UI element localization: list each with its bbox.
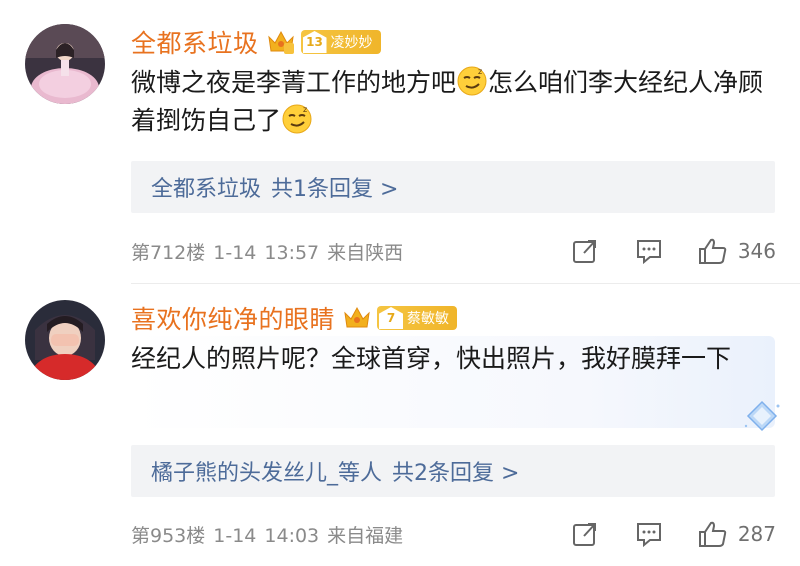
smirk-emoji-icon: z xyxy=(456,65,488,97)
comment-date: 1-14 xyxy=(213,524,257,547)
comment-time: 13:57 xyxy=(264,241,320,264)
replies-preview[interactable]: 橘子熊的头发丝儿_等人 共2条回复 > xyxy=(131,445,775,497)
comment-footer: 第953楼 1-14 14:03 来自福建 287 xyxy=(131,519,776,549)
reply-names: 橘子熊的头发丝儿_等人 xyxy=(151,461,383,486)
like-count: 287 xyxy=(737,522,776,546)
comment-item: 全都系垃圾 13 凌妙妙 微博之夜是李菁工作的地方吧 z 怎么咱们李大经纪人净顾着捯… xyxy=(0,0,800,283)
comment-location: 来自福建 xyxy=(327,524,404,547)
avatar-image xyxy=(25,300,105,380)
like-icon[interactable] xyxy=(698,236,728,266)
smirk-emoji-icon: z xyxy=(281,103,313,135)
comment-location: 来自陕西 xyxy=(327,241,404,264)
comment-item: 喜欢你纯净的眼睛 7 蔡敏敏 经纪人的照片呢？全球首穿，快出照片，我好膜拜一下 … xyxy=(0,284,800,566)
share-icon[interactable] xyxy=(570,236,600,266)
fan-level: 7 xyxy=(379,307,404,329)
share-icon[interactable] xyxy=(570,519,600,549)
comment-footer: 第712楼 1-14 13:57 来自陕西 346 xyxy=(131,236,776,266)
crown-icon xyxy=(267,29,295,55)
username[interactable]: 全都系垃圾 xyxy=(131,24,259,60)
replies-preview[interactable]: 全都系垃圾 共1条回复 > xyxy=(131,161,775,213)
avatar-image xyxy=(25,24,105,104)
comment-text-part: 微博之夜是李菁工作的地方吧 xyxy=(131,68,457,97)
fan-label: 蔡敏敏 xyxy=(407,311,450,327)
comment-icon[interactable] xyxy=(634,519,664,549)
floor-number: 第953楼 xyxy=(131,524,206,547)
floor-number: 第712楼 xyxy=(131,241,206,264)
comment-text: 微博之夜是李菁工作的地方吧 z 怎么咱们李大经纪人净顾着捯饬自己了 z xyxy=(131,64,781,140)
avatar[interactable] xyxy=(25,24,105,104)
fan-badge[interactable]: 7 蔡敏敏 xyxy=(377,306,458,330)
like-count: 346 xyxy=(737,239,776,263)
username[interactable]: 喜欢你纯净的眼睛 xyxy=(131,300,335,336)
reply-count: 共1条回复 > xyxy=(271,177,399,202)
fan-level: 13 xyxy=(302,31,327,53)
svg-text:z: z xyxy=(303,105,307,114)
avatar[interactable] xyxy=(25,300,105,380)
svg-text:z: z xyxy=(478,67,482,76)
comment-meta: 第953楼 1-14 14:03 来自福建 xyxy=(131,521,411,548)
crown-icon xyxy=(343,305,371,331)
like-icon[interactable] xyxy=(698,519,728,549)
fan-badge[interactable]: 13 凌妙妙 xyxy=(300,30,381,54)
fan-label: 凌妙妙 xyxy=(330,35,373,51)
reply-count: 共2条回复 > xyxy=(392,461,520,486)
comment-text: 经纪人的照片呢？全球首穿，快出照片，我好膜拜一下 xyxy=(131,344,732,373)
reply-names: 全都系垃圾 xyxy=(151,177,262,202)
comment-date: 1-14 xyxy=(213,241,257,264)
comment-icon[interactable] xyxy=(634,236,664,266)
comment-meta: 第712楼 1-14 13:57 来自陕西 xyxy=(131,238,411,265)
comment-time: 14:03 xyxy=(264,524,320,547)
